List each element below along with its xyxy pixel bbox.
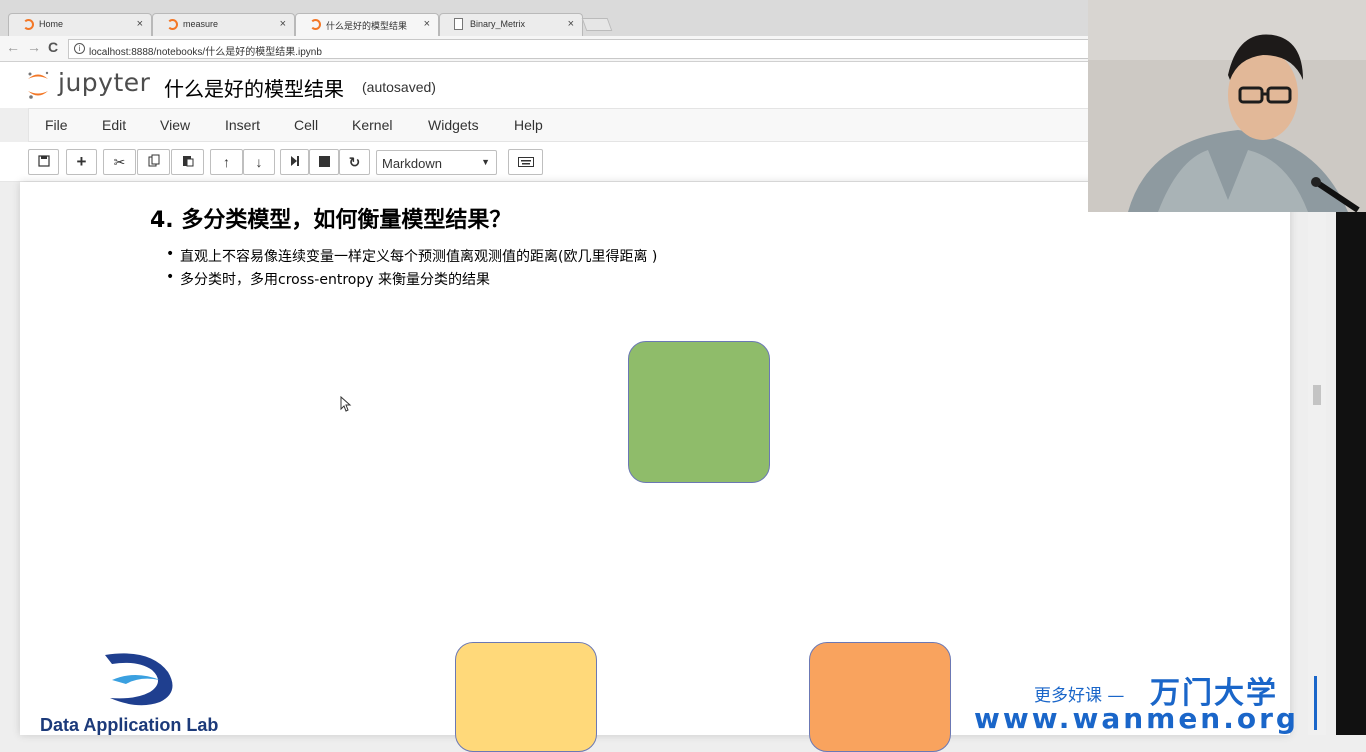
restart-icon: ↻ — [348, 154, 361, 170]
copy-button[interactable] — [137, 149, 170, 175]
menu-file[interactable]: File — [45, 117, 68, 133]
bullet-item: 多分类时，多用cross-entropy 来衡量分类的结果 — [166, 269, 490, 289]
back-icon[interactable]: ← — [6, 39, 20, 55]
orange-box — [809, 642, 951, 752]
paste-icon — [182, 156, 193, 167]
watermark-url: www.wanmen.org — [974, 702, 1299, 735]
cell-type-value: Markdown — [382, 156, 442, 171]
restart-button[interactable]: ↻ — [339, 149, 370, 175]
tab-label: Home — [39, 19, 64, 29]
notebook-title[interactable]: 什么是好的模型结果 — [164, 73, 344, 102]
tab-current-notebook[interactable]: 什么是好的模型结果 × — [295, 13, 439, 36]
close-icon[interactable]: × — [280, 18, 286, 30]
run-button[interactable] — [280, 149, 309, 175]
bullet-item: 直观上不容易像连续变量一样定义每个预测值离观测值的距离(欧几里得距离 ) — [166, 246, 657, 266]
jupyter-icon — [167, 19, 178, 30]
paste-button[interactable] — [171, 149, 204, 175]
move-down-icon: ↓ — [255, 154, 263, 170]
reload-icon[interactable]: C — [48, 39, 58, 55]
yellow-box — [455, 642, 597, 752]
tab-home[interactable]: Home × — [8, 13, 152, 36]
save-icon — [37, 155, 50, 167]
copy-icon — [148, 154, 159, 167]
menu-edit[interactable]: Edit — [102, 117, 126, 133]
tab-measure[interactable]: measure × — [152, 13, 295, 36]
watermark-bar — [1314, 676, 1317, 730]
vertical-scrollbar[interactable] — [1308, 182, 1326, 735]
jupyter-logo-text[interactable]: jupyter — [58, 68, 150, 97]
tab-label: Binary_Metrix — [470, 19, 526, 29]
close-icon[interactable]: × — [424, 18, 430, 30]
move-up-icon: ↑ — [223, 154, 230, 170]
url-text: localhost:8888/notebooks/什么是好的模型结果.ipynb — [89, 47, 322, 58]
tab-label: measure — [183, 19, 219, 29]
chevron-down-icon: ▼ — [481, 157, 490, 167]
menu-help[interactable]: Help — [514, 117, 543, 133]
keyboard-icon — [517, 157, 534, 167]
save-button[interactable] — [28, 149, 59, 175]
url-input[interactable]: i localhost:8888/notebooks/什么是好的模型结果.ipy… — [68, 39, 1098, 59]
new-tab-button[interactable] — [581, 18, 613, 31]
stop-icon — [318, 156, 330, 167]
tab-binary-metrix[interactable]: Binary_Metrix × — [439, 13, 583, 36]
menu-view[interactable]: View — [160, 117, 190, 133]
tab-label: 什么是好的模型结果 — [326, 21, 408, 31]
file-icon — [454, 18, 463, 30]
side-panel — [1336, 212, 1366, 735]
jupyter-icon — [310, 19, 321, 30]
run-icon — [290, 156, 299, 166]
cut-icon: ✂ — [113, 154, 126, 170]
presenter-video — [1088, 0, 1366, 212]
interrupt-button[interactable] — [309, 149, 339, 175]
jupyter-logo-icon[interactable] — [26, 70, 50, 100]
move-up-button[interactable]: ↑ — [210, 149, 243, 175]
cell-heading: 4. 多分类模型，如何衡量模型结果？ — [150, 208, 512, 233]
menu-insert[interactable]: Insert — [225, 117, 260, 133]
green-box — [628, 341, 770, 483]
jupyter-icon — [23, 19, 34, 30]
scrollbar-thumb[interactable] — [1313, 385, 1321, 405]
lab-name: Data Application Lab — [40, 715, 219, 735]
webcam-overlay — [1088, 0, 1366, 212]
cut-button[interactable]: ✂ — [103, 149, 136, 175]
command-palette-button[interactable] — [508, 149, 543, 175]
mouse-cursor-icon — [340, 396, 352, 412]
close-icon[interactable]: × — [568, 18, 574, 30]
menu-bar: File Edit View Insert Cell Kernel Widget… — [28, 108, 1118, 142]
menu-widgets[interactable]: Widgets — [428, 117, 479, 133]
save-status: (autosaved) — [362, 79, 436, 95]
close-icon[interactable]: × — [137, 18, 143, 30]
info-icon[interactable]: i — [74, 43, 85, 54]
forward-icon[interactable]: → — [27, 39, 41, 55]
cell-type-select[interactable]: Markdown ▼ — [376, 150, 497, 175]
menu-kernel[interactable]: Kernel — [352, 117, 392, 133]
menu-cell[interactable]: Cell — [294, 117, 318, 133]
add-cell-button[interactable]: + — [66, 149, 97, 175]
move-down-button[interactable]: ↓ — [243, 149, 275, 175]
add-cell-icon: + — [76, 152, 87, 171]
